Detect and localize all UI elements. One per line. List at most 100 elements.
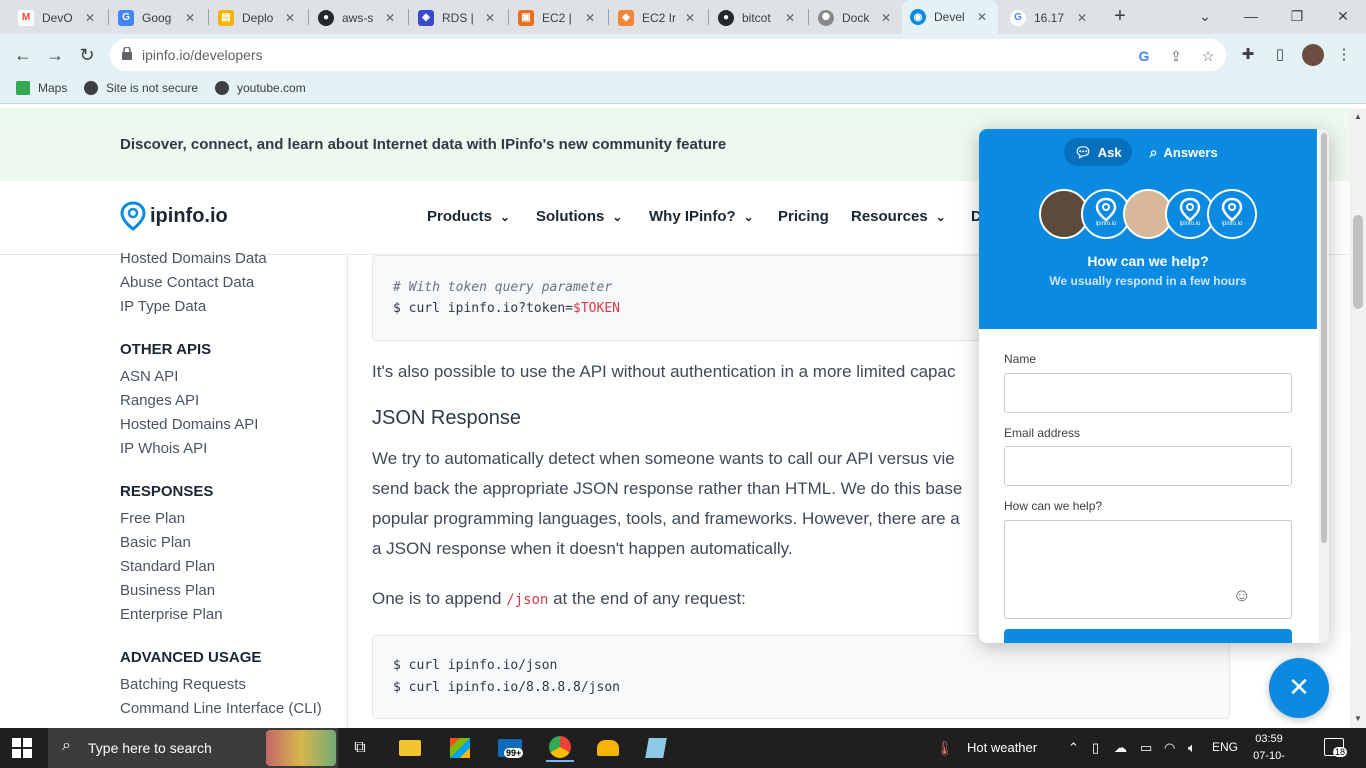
mail-icon[interactable]: 99+ — [496, 734, 524, 762]
sidebar-item-batching-requests[interactable]: Batching Requests — [120, 676, 246, 693]
sidebar-item-business-plan[interactable]: Business Plan — [120, 582, 215, 599]
tab-ask[interactable]: 💬︎ Ask — [1064, 138, 1132, 166]
windows-start-icon[interactable] — [12, 738, 32, 758]
scroll-up-arrow-icon[interactable]: ▲ — [1350, 112, 1366, 121]
sidebar-item-asn-api[interactable]: ASN API — [120, 368, 178, 385]
battery-icon[interactable]: ▭ — [1140, 740, 1152, 756]
browser-tab[interactable]: ▤ Deplo ✕ — [210, 3, 306, 32]
restore-button[interactable]: ❐ — [1274, 0, 1320, 34]
ipinfo-logo[interactable]: ipinfo.io — [120, 201, 228, 231]
close-tab-icon[interactable]: ✕ — [878, 11, 894, 25]
chat-subtitle: We usually respond in a few hours — [1049, 274, 1247, 288]
bookmark-star-icon[interactable]: ☆ — [1199, 47, 1217, 65]
scrollbar-thumb[interactable] — [1353, 215, 1363, 309]
profile-avatar[interactable] — [1302, 44, 1324, 66]
browser-tab[interactable]: M DevO ✕ — [10, 3, 106, 32]
sidebar-item-hosted-domains-api[interactable]: Hosted Domains API — [120, 416, 258, 433]
volume-icon[interactable]: 🔈︎ — [1188, 740, 1196, 756]
tab-label: Ask — [1097, 144, 1122, 160]
device-icon[interactable]: ▯ — [1092, 740, 1099, 756]
url-text[interactable]: ipinfo.io/developers — [142, 47, 263, 63]
close-tab-icon[interactable]: ✕ — [82, 11, 98, 25]
sidebar-item-enterprise-plan[interactable]: Enterprise Plan — [120, 606, 223, 623]
browser-tab[interactable]: ▣ EC2 | ✕ — [510, 3, 606, 32]
browser-tab[interactable]: ◆ EC2 Ir ✕ — [610, 3, 706, 32]
code-line: $ curl ipinfo.io/json — [393, 658, 558, 673]
close-tab-icon[interactable]: ✕ — [382, 11, 398, 25]
microsoft-store-icon[interactable] — [446, 734, 474, 762]
nav-resources[interactable]: Resources ⌄ — [851, 208, 946, 225]
side-panel-icon[interactable]: ▯ — [1270, 45, 1290, 65]
wifi-icon[interactable]: ◠ — [1164, 740, 1175, 756]
close-tab-icon[interactable]: ✕ — [482, 11, 498, 25]
address-bar[interactable]: ipinfo.io/developers G ⇪ ☆ — [110, 39, 1226, 71]
chat-scrollbar[interactable] — [1319, 129, 1329, 643]
close-tab-icon[interactable]: ✕ — [282, 11, 298, 25]
reload-button[interactable]: ↻ — [72, 40, 102, 70]
forward-button[interactable]: → — [40, 40, 70, 70]
tab-search-chevron-icon[interactable]: ⌄ — [1182, 0, 1228, 34]
browser-tab[interactable]: G Goog ✕ — [110, 3, 206, 32]
clock[interactable]: 03:59 07-10-2023 — [1244, 731, 1294, 768]
browser-tab-active[interactable]: ◉ Devel ✕ — [902, 0, 998, 34]
page-scrollbar[interactable]: ▲ ▼ — [1350, 108, 1366, 728]
notification-icon[interactable]: 18 — [1324, 738, 1348, 757]
nav-solutions[interactable]: Solutions ⌄ — [536, 208, 622, 225]
email-input[interactable] — [1004, 446, 1292, 486]
nav-products[interactable]: Products ⌄ — [427, 208, 510, 225]
minimize-button[interactable]: — — [1228, 0, 1274, 34]
sidebar-item-basic-plan[interactable]: Basic Plan — [120, 534, 191, 551]
sidebar-item-hosted-domains-data[interactable]: Hosted Domains Data — [120, 250, 267, 267]
browser-tab[interactable]: ✺ Dock ✕ — [810, 3, 902, 32]
banner-text[interactable]: Discover, connect, and learn about Inter… — [120, 136, 726, 153]
taskbar-search[interactable]: ⌕ Type here to search — [48, 728, 338, 768]
close-tab-icon[interactable]: ✕ — [782, 11, 798, 25]
nav-why-ipinfo[interactable]: Why IPinfo? ⌄ — [649, 208, 754, 225]
send-button[interactable] — [1004, 629, 1292, 643]
close-tab-icon[interactable]: ✕ — [974, 10, 990, 24]
browser-tab[interactable]: ● aws-s ✕ — [310, 3, 406, 32]
sidebar-item-ranges-api[interactable]: Ranges API — [120, 392, 199, 409]
close-window-button[interactable]: ✕ — [1320, 0, 1366, 34]
emoji-icon[interactable]: ☺ — [1233, 585, 1251, 606]
tab-answers[interactable]: ⌕ Answers — [1140, 138, 1228, 166]
cloud-icon[interactable]: ☁ — [1114, 740, 1127, 756]
name-input[interactable] — [1004, 373, 1292, 413]
app-icon[interactable] — [594, 734, 622, 762]
extensions-icon[interactable]: ✚ — [1238, 45, 1258, 65]
close-tab-icon[interactable]: ✕ — [682, 11, 698, 25]
sidebar-item-ip-whois-api[interactable]: IP Whois API — [120, 440, 207, 457]
back-button[interactable]: ← — [8, 40, 38, 70]
file-explorer-icon[interactable] — [396, 734, 424, 762]
bookmark-site-not-secure[interactable]: Site is not secure — [84, 81, 198, 95]
sidebar-item-cli[interactable]: Command Line Interface (CLI) — [120, 700, 322, 717]
scroll-down-arrow-icon[interactable]: ▼ — [1350, 714, 1366, 723]
menu-kebab-icon[interactable]: ⋮ — [1334, 45, 1354, 65]
language-indicator[interactable]: ENG — [1212, 740, 1238, 754]
chat-tabs: 💬︎ Ask ⌕ Answers — [1064, 138, 1228, 166]
weather-text[interactable]: Hot weather — [967, 740, 1037, 755]
browser-tab[interactable]: ◈ RDS | ✕ — [410, 3, 506, 32]
chrome-icon[interactable] — [546, 734, 574, 762]
sidebar-item-standard-plan[interactable]: Standard Plan — [120, 558, 215, 575]
share-icon[interactable]: ⇪ — [1167, 47, 1185, 65]
notes-icon[interactable] — [642, 734, 670, 762]
new-tab-button[interactable]: + — [1108, 4, 1132, 28]
close-tab-icon[interactable]: ✕ — [582, 11, 598, 25]
nav-pricing[interactable]: Pricing — [778, 208, 829, 225]
browser-tab[interactable]: G 16.17 ✕ — [1002, 3, 1098, 32]
chat-scrollbar-thumb[interactable] — [1321, 133, 1327, 543]
message-textarea[interactable]: ☺ — [1004, 520, 1292, 619]
close-tab-icon[interactable]: ✕ — [182, 11, 198, 25]
chevron-up-icon[interactable]: ⌃ — [1068, 740, 1079, 756]
google-translate-icon[interactable]: G — [1135, 47, 1153, 65]
sidebar-item-ip-type-data[interactable]: IP Type Data — [120, 298, 206, 315]
browser-tab[interactable]: ● bitcot ✕ — [710, 3, 806, 32]
bookmark-youtube[interactable]: youtube.com — [215, 81, 306, 95]
close-chat-button[interactable]: ✕ — [1269, 658, 1329, 718]
sidebar-item-abuse-contact-data[interactable]: Abuse Contact Data — [120, 274, 254, 291]
close-tab-icon[interactable]: ✕ — [1074, 11, 1090, 25]
sidebar-item-free-plan[interactable]: Free Plan — [120, 510, 185, 527]
bookmark-maps[interactable]: Maps — [16, 81, 67, 95]
task-view-icon[interactable]: ⧉ — [346, 734, 374, 762]
